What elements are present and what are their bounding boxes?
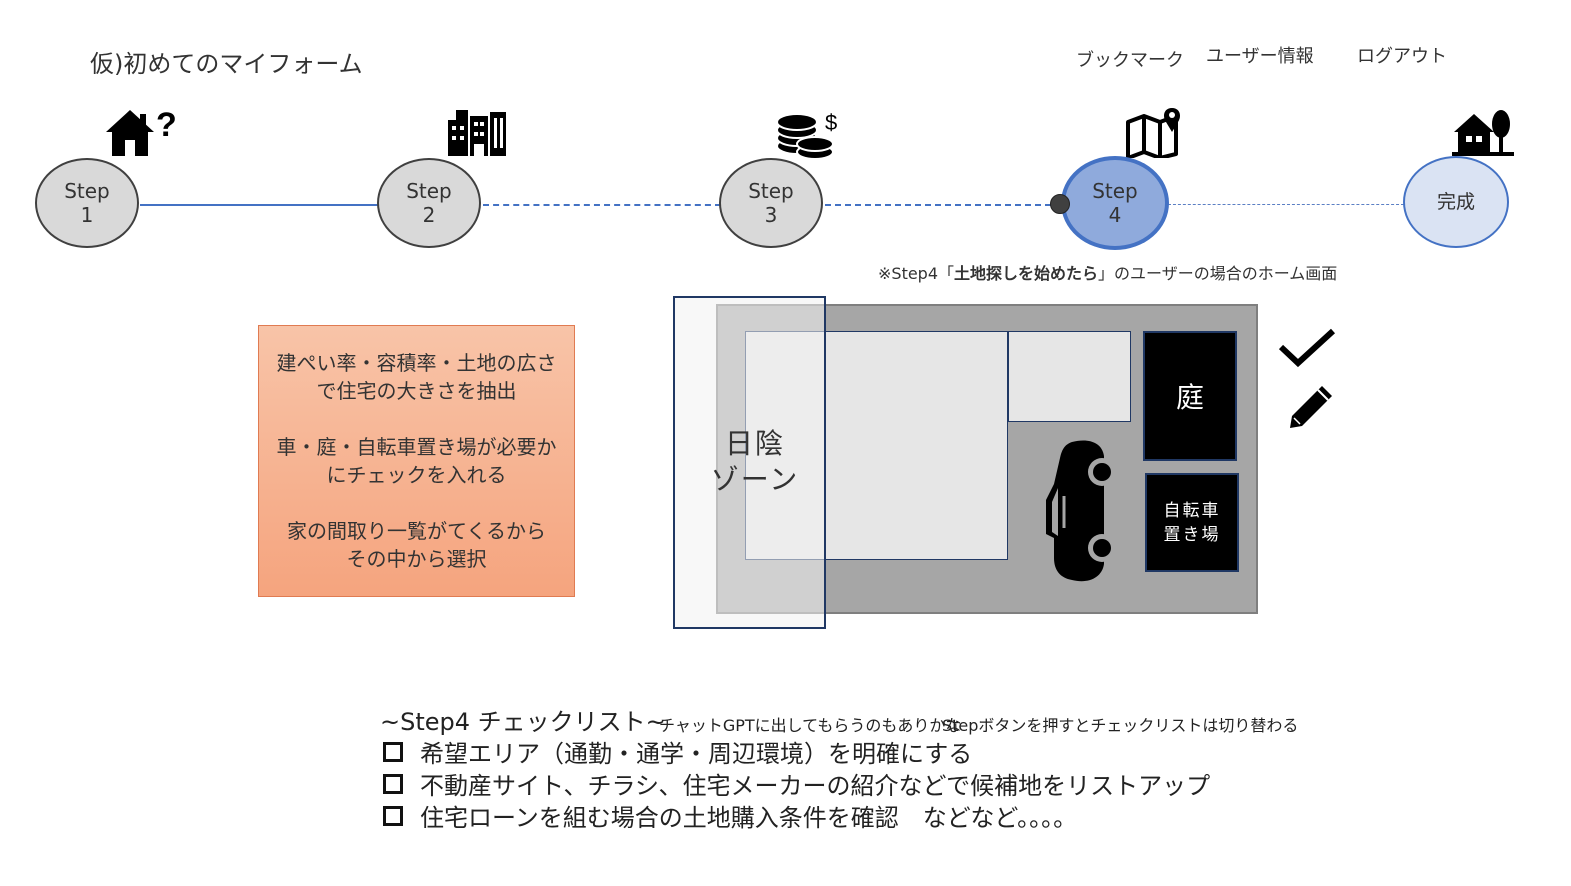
note-suffix: 」のユーザーの場合のホーム画面 — [1098, 264, 1338, 283]
screen-note: ※Step4「土地探しを始めたら」のユーザーの場合のホーム画面 — [878, 260, 1337, 284]
bike-label-line1: 自転車 — [1163, 500, 1221, 521]
step-3-number: 3 — [764, 203, 778, 227]
user-info-link[interactable]: ユーザー情報 — [1206, 42, 1314, 68]
checkbox-1[interactable] — [383, 741, 403, 762]
desc-line-5: 家の間取り一覧がてくるから — [287, 519, 546, 543]
progress-marker — [1050, 194, 1070, 214]
step-3-button[interactable]: Step 3 — [719, 158, 823, 248]
desc-line-4: にチェックを入れる — [326, 463, 507, 487]
checklist-item-2[interactable]: 不動産サイト、チラシ、住宅メーカーの紹介などで候補地をリストアップ — [383, 766, 1210, 801]
shade-zone-label-line2: ゾーン — [710, 463, 800, 496]
step-1-label: Step — [64, 179, 110, 203]
checklist-item-1-label: 希望エリア（通勤・通学・周辺環境）を明確にする — [420, 740, 973, 768]
checkmark-icon[interactable] — [1278, 327, 1336, 373]
note-prefix: ※Step4「 — [878, 264, 955, 283]
checklist-item-1[interactable]: 希望エリア（通勤・通学・周辺環境）を明確にする — [383, 734, 972, 769]
pencil-icon[interactable] — [1288, 384, 1336, 434]
svg-text:$: $ — [825, 110, 837, 135]
step-2-button[interactable]: Step 2 — [377, 158, 481, 248]
description-box: 建ぺい率・容積率・土地の広さ で住宅の大きさを抽出 車・庭・自転車置き場が必要かに… — [258, 325, 575, 597]
coins-icon: $ — [775, 108, 843, 162]
desc-line-3: 車・庭・自転車置き場が必要か — [276, 435, 557, 459]
step-4-button[interactable]: Step 4 — [1061, 156, 1169, 250]
desc-line-2: で住宅の大きさを抽出 — [316, 379, 517, 403]
step-connector-3-4 — [825, 204, 1061, 206]
bike-parking-option[interactable]: 自転車 置き場 — [1145, 473, 1239, 572]
garden-option[interactable]: 庭 — [1143, 331, 1237, 461]
checklist-item-2-label: 不動産サイト、チラシ、住宅メーカーの紹介などで候補地をリストアップ — [420, 772, 1211, 800]
annex-footprint — [1008, 331, 1131, 422]
home-tree-icon — [1452, 108, 1514, 156]
step-4-number: 4 — [1108, 203, 1122, 227]
step-2-number: 2 — [422, 203, 436, 227]
step-connector-1-2 — [140, 204, 378, 206]
step-connector-2-3 — [483, 204, 721, 206]
checklist-note-2: Stepボタンを押すとチェックリストは切り替わる — [942, 716, 1299, 735]
car-icon[interactable] — [1044, 438, 1120, 588]
checkbox-3[interactable] — [383, 805, 403, 826]
shade-zone-label-line1: 日陰 — [724, 427, 785, 460]
app-title: 仮)初めてのマイフォーム — [90, 50, 363, 78]
svg-text:?: ? — [156, 106, 177, 144]
note-bold: 土地探しを始めたら — [954, 264, 1099, 283]
shade-zone-label: 日陰 ゾーン — [700, 426, 810, 498]
buildings-icon — [446, 110, 508, 156]
step-3-label: Step — [748, 179, 794, 203]
checkbox-2[interactable] — [383, 773, 403, 794]
complete-button[interactable]: 完成 — [1403, 156, 1509, 248]
bike-label-line2: 置き場 — [1163, 524, 1221, 545]
checklist-item-3-label: 住宅ローンを組む場合の土地購入条件を確認 などなど。。。。 — [420, 804, 1078, 832]
step-1-number: 1 — [80, 203, 94, 227]
logout-link[interactable]: ログアウト — [1357, 42, 1447, 68]
checklist-title: ~Step4 チェックリスト~ — [380, 708, 666, 736]
step-2-label: Step — [406, 179, 452, 203]
house-question-icon: ? — [104, 106, 178, 158]
checklist-item-3[interactable]: 住宅ローンを組む場合の土地購入条件を確認 などなど。。。。 — [383, 798, 1077, 833]
complete-label: 完成 — [1436, 191, 1475, 213]
checklist-note-1: チャットGPTに出してもらうのもありかな — [659, 716, 962, 735]
desc-line-1: 建ぺい率・容積率・土地の広さ — [276, 351, 557, 375]
map-pin-icon — [1126, 108, 1188, 158]
step-connector-4-complete — [1168, 204, 1404, 205]
bookmark-link[interactable]: ブックマーク — [1076, 46, 1184, 72]
step-4-label: Step — [1092, 179, 1138, 203]
step-1-button[interactable]: Step 1 — [35, 158, 139, 248]
desc-line-6: その中から選択 — [346, 547, 487, 571]
